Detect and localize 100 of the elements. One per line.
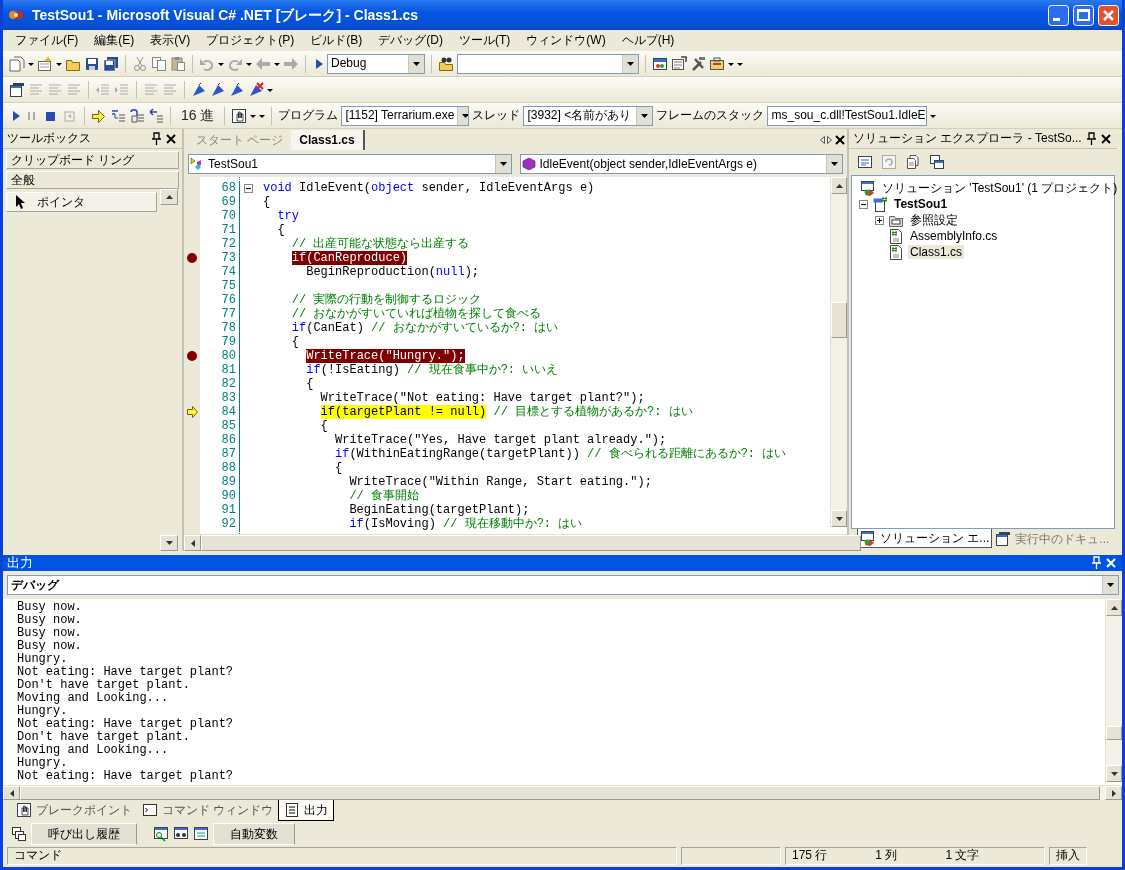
dropdown-arrow-icon[interactable] [1107,583,1114,588]
scroll-up-arrow-icon[interactable] [835,183,843,188]
toolbox-item[interactable]: ポインタ [6,192,157,212]
minimize-button[interactable] [1048,4,1069,26]
left-triangle-icon[interactable] [819,135,826,145]
variables-window-icon[interactable] [193,826,209,842]
menu-item[interactable]: 編集(E) [86,32,143,49]
menu-item[interactable]: ヘルプ(H) [613,32,683,49]
scroll-up-button[interactable] [160,189,178,205]
copy-icon[interactable] [151,55,167,72]
scroll-left-arrow-icon[interactable] [190,539,195,547]
stack-frame-combo[interactable]: ms_sou_c.dll!TestSou1.IdleE [767,105,928,126]
properties-icon[interactable] [671,55,687,72]
toolbox-section-tab[interactable]: 全般 [6,171,179,189]
documents-icon[interactable] [905,154,921,170]
collapse-icon[interactable] [858,199,868,209]
document-star-icon[interactable] [37,55,53,72]
arrow-icon[interactable] [91,107,107,124]
glasses-window-icon[interactable] [173,826,189,842]
scrollbar-thumb[interactable] [831,302,847,338]
document-window-icon[interactable] [9,81,25,98]
scroll-left-arrow-icon[interactable] [9,789,14,797]
maximize-button[interactable] [1073,4,1094,26]
clipboard-icon[interactable] [170,55,186,72]
toolbox-icon[interactable] [709,55,725,72]
panel-tab[interactable]: コマンド ウィンドウ [137,800,279,820]
tree-item[interactable]: 参照設定 [908,212,960,228]
breakpoint-icon[interactable] [186,252,198,264]
dropdown-arrow-icon[interactable] [413,61,420,66]
output-source-combo[interactable]: デバッグ [7,575,1119,596]
hand-icon[interactable] [231,107,248,124]
code-line: if(CanEat) // おなかがすいているか?: はい [290,321,559,335]
bookmark-icon[interactable] [229,81,245,98]
code-line: BeginEating(targetPlant); [348,503,530,517]
stacked-windows-icon[interactable] [11,826,27,842]
scrollbar-thumb[interactable] [1106,726,1122,741]
magnifier-window-icon[interactable] [153,826,169,842]
menu-item[interactable]: 表示(V) [142,32,199,49]
right-triangle-icon[interactable] [826,135,833,145]
toolbox-section-tab[interactable]: クリップボード リング [6,151,179,169]
step-out-icon[interactable] [148,107,164,124]
list-icon[interactable] [857,154,873,170]
scroll-right-arrow-icon[interactable] [1111,789,1116,797]
thread-combo[interactable]: [3932] <名前があり [523,105,654,126]
window-icon[interactable] [652,55,668,72]
scroll-up-arrow-icon[interactable] [1110,605,1118,610]
windows-icon[interactable] [929,154,945,170]
binoculars-folder-icon[interactable] [438,55,454,72]
menu-item[interactable]: プロジェクト(P) [198,32,303,49]
step-into-icon[interactable] [110,107,126,124]
dropdown-arrow-icon[interactable] [641,113,649,118]
member-combo[interactable]: IdleEvent(object sender,IdleEventArgs e) [519,154,843,174]
configuration-combo[interactable]: Debug [327,53,425,74]
menu-item[interactable]: ウィンドウ(W) [518,32,614,49]
vertical-scrollbar[interactable] [830,177,847,527]
step-over-icon[interactable] [129,107,145,124]
panel-tab[interactable]: 実行中のドキュ... [992,529,1113,549]
dropdown-arrow-icon[interactable] [831,162,838,166]
bookmark-icon[interactable] [210,81,226,98]
panel-tab[interactable]: 出力 [278,800,335,821]
close-button[interactable] [1098,4,1119,26]
dropdown-arrow-icon[interactable] [462,113,469,118]
vertical-scrollbar[interactable] [1105,599,1122,783]
pin-icon[interactable] [149,130,164,147]
pin-icon[interactable] [1089,555,1104,572]
tools-icon[interactable] [690,55,706,72]
line-number: 80 [220,349,236,363]
breakpoint-icon[interactable] [186,350,198,362]
scroll-down-arrow-icon[interactable] [1110,771,1118,776]
bookmark-icon[interactable] [191,81,207,98]
type-combo[interactable]: TestSou1 [188,154,512,174]
menu-item[interactable]: ファイル(F) [7,32,87,49]
text-list-icon [284,802,301,818]
collapse-icon[interactable] [244,183,253,193]
dropdown-field[interactable] [457,53,639,74]
panel-tab[interactable]: 呼び出し履歴 [31,823,137,845]
tree-item[interactable]: TestSou1 [892,196,950,212]
scroll-down-arrow-icon[interactable] [835,516,843,521]
panel-tab[interactable]: ブレークポイント [11,800,137,820]
editor-tab[interactable]: Class1.cs [291,129,365,151]
scroll-down-button[interactable] [160,535,178,551]
dropdown-arrow-icon[interactable] [627,61,634,66]
arrow-icon[interactable] [186,406,198,418]
menu-item[interactable]: ツール(T) [451,32,519,49]
expand-icon[interactable] [874,215,884,225]
pin-icon[interactable] [1084,130,1099,147]
floppy-disks-icon[interactable] [103,55,119,72]
panel-tab[interactable]: 自動変数 [213,823,295,845]
dropdown-arrow-icon[interactable] [499,162,507,166]
panel-tab[interactable]: ソリューション エ... [857,529,993,548]
tree-item[interactable]: ソリューション 'TestSou1' (1 プロジェクト) [880,180,1120,196]
tree-item[interactable]: AssemblyInfo.cs [908,228,1000,244]
menu-item[interactable]: デバッグ(D) [370,32,451,49]
hex-toggle-button[interactable]: 16 進 [177,105,219,126]
program-combo[interactable]: [1152] Terrarium.exe [341,105,470,126]
status-message: コマンド [7,847,677,865]
menu-item[interactable]: ビルド(B) [302,32,371,49]
bookmark-cross-icon[interactable] [248,81,264,98]
tree-item[interactable]: Class1.cs [908,244,964,260]
code-line: // おなかがすいていれば植物を探して食べる [290,307,542,321]
